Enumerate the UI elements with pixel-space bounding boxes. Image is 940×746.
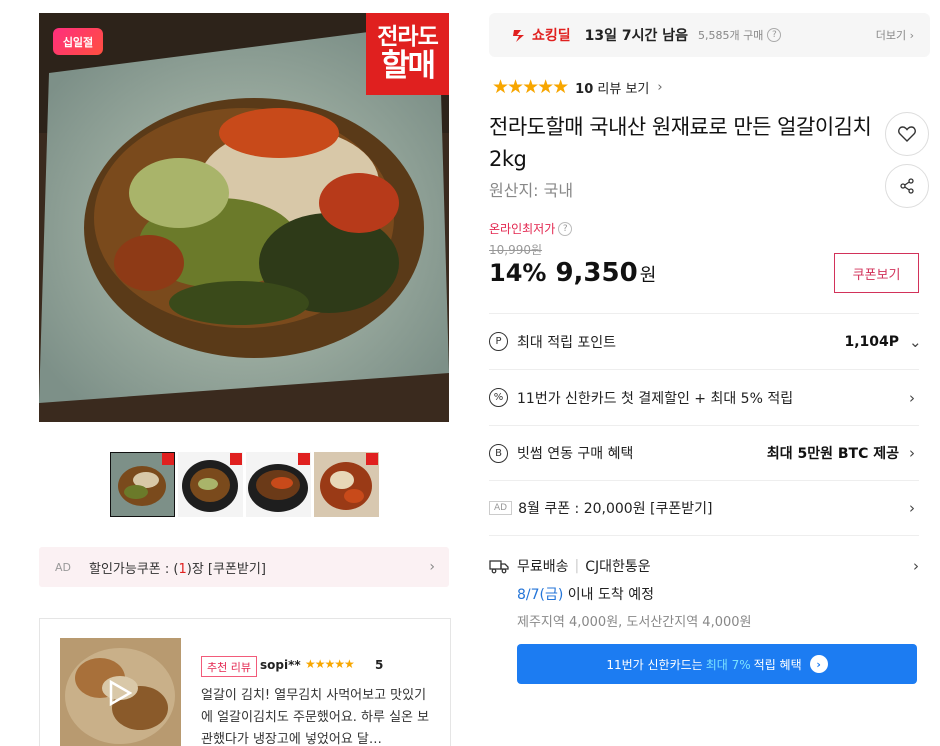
benefit-label: 8월 쿠폰 : 20,000원 [쿠폰받기]: [518, 501, 713, 517]
benefit-row-bithumb[interactable]: B 빗썸 연동 구매 혜택 최대 5만원 BTC 제공 ›: [489, 425, 919, 480]
ad-label: AD: [489, 501, 513, 515]
thumbnail-kimchi-plate[interactable]: [110, 452, 175, 517]
review-score: 5: [375, 658, 384, 672]
review-count: 10: [575, 81, 594, 97]
thumbnail-kimchi-bowl-2[interactable]: [246, 452, 311, 517]
currency-unit: 원: [639, 265, 657, 286]
shocking-deal-icon: [513, 30, 524, 42]
chevron-down-icon: ⌄: [909, 332, 922, 351]
percent-icon: %: [489, 388, 508, 407]
arrival-date: 8/7(금): [517, 587, 564, 603]
benefit-row-points[interactable]: P 최대 적립 포인트 1,104P ⌄: [489, 313, 922, 369]
chevron-right-icon: ›: [913, 557, 919, 575]
chevron-right-icon: ›: [429, 559, 435, 575]
help-icon[interactable]: ?: [767, 28, 782, 42]
deal-time-remaining: 13일 7시간 남음: [584, 28, 689, 44]
shipping-info[interactable]: 무료배송 | CJ대한통운 › 8/7(금) 이내 도착 예정 제주지역 4,0…: [489, 535, 919, 630]
benefit-label: 11번가 신한카드 첫 결제할인 + 최대 5% 적립: [517, 390, 794, 407]
point-icon: P: [489, 332, 508, 351]
product-title: 전라도할매 국내산 원재료로 만든 얼갈이김치 2kg: [489, 115, 872, 171]
review-count-link: 10 리뷰 보기: [575, 78, 649, 97]
rating-stars: ★★★★★: [492, 76, 569, 98]
rating-summary[interactable]: ★★★★★ 10 리뷰 보기 ›: [492, 76, 663, 98]
available-coupon-bar[interactable]: AD 할인가능쿠폰 : (1)장 [쿠폰받기] ›: [39, 547, 449, 587]
recommended-review-tag: 추천 리뷰: [201, 656, 257, 677]
brand-logo: 전라도 할매: [366, 13, 449, 95]
help-icon[interactable]: ?: [558, 221, 573, 236]
review-stars: ★★★★★: [305, 657, 355, 671]
product-origin: 원산지: 국내: [489, 181, 574, 200]
truck-icon: [489, 560, 509, 574]
more-link[interactable]: 더보기 ›: [876, 27, 914, 43]
share-icon: [900, 178, 914, 194]
card-banner-prefix: 11번가 신한카드는: [606, 657, 703, 672]
benefit-row-monthly-coupon[interactable]: AD 8월 쿠폰 : 20,000원 [쿠폰받기] ›: [489, 480, 919, 535]
coupon-bar-prefix: 할인가능쿠폰 : (: [89, 561, 179, 577]
thumbnail-brand-mark: [162, 453, 174, 465]
recommended-review-card[interactable]: 추천 리뷰 sopi** ★★★★★ 5 얼갈이 김치! 열무김치 사먹어보고 …: [39, 618, 451, 746]
shocking-deal-label: 쇼킹딜: [532, 28, 571, 44]
sale-price: 14% 9,350 원: [489, 258, 656, 288]
chevron-right-icon: ›: [909, 499, 915, 517]
chevron-right-icon: ›: [909, 444, 915, 462]
free-shipping-label: 무료배송: [517, 559, 569, 575]
wishlist-button[interactable]: [885, 112, 929, 156]
bitcoin-icon: B: [489, 443, 508, 463]
separator: |: [574, 558, 580, 574]
original-price: 10,990원: [489, 243, 543, 257]
price-value: 9,350: [555, 258, 638, 288]
product-main-image: 십일절 전라도 할매: [39, 13, 449, 422]
shocking-deal-bar: 쇼킹딜 13일 7시간 남음 5,585개 구매 ? 더보기 ›: [489, 13, 930, 57]
benefit-row-card-discount[interactable]: % 11번가 신한카드 첫 결제할인 + 최대 5% 적립 ›: [489, 369, 919, 425]
eleven-day-badge: 십일절: [53, 28, 103, 55]
reviewer-name: sopi**: [260, 658, 301, 672]
review-text: 얼갈이 김치! 열무김치 사먹어보고 맛있기에 얼갈이김치도 주문했어요. 하루…: [201, 688, 430, 746]
view-coupon-button[interactable]: 쿠폰보기: [834, 253, 919, 293]
heart-icon: [898, 126, 916, 142]
thumbnail-brand-mark: [230, 453, 242, 465]
ad-label: AD: [55, 560, 71, 574]
thumbnail-brand-mark: [298, 453, 310, 465]
card-banner-suffix: 적립 혜택: [753, 657, 802, 672]
coupon-bar-text: 할인가능쿠폰 : (1)장 [쿠폰받기]: [89, 558, 429, 577]
review-video-thumbnail[interactable]: [60, 638, 181, 746]
benefit-label: 최대 적립 포인트: [517, 334, 617, 351]
chevron-right-icon: ›: [657, 79, 663, 95]
shinhan-card-benefit-banner[interactable]: 11번가 신한카드는 최대 7% 적립 혜택 ›: [517, 644, 917, 684]
thumbnail-strip: [110, 452, 379, 517]
benefit-value: 1,104P: [844, 333, 899, 350]
brand-logo-line2: 할매: [380, 48, 436, 84]
thumbnail-kimchi-bowl-1[interactable]: [178, 452, 243, 517]
arrival-estimate: 8/7(금) 이내 도착 예정: [517, 584, 919, 604]
thumbnail-kimchi-closeup[interactable]: [314, 452, 379, 517]
play-icon: [109, 680, 132, 706]
shocking-deal-logo: 쇼킹딜: [512, 25, 571, 45]
review-count-suffix: 리뷰 보기: [593, 81, 650, 97]
share-button[interactable]: [885, 164, 929, 208]
lowest-price-label: 온라인최저가 ?: [489, 220, 573, 237]
carrier-name: CJ대한통운: [585, 559, 651, 575]
benefit-value: 최대 5만원 BTC 제공: [766, 446, 899, 462]
extra-shipping-fee: 제주지역 4,000원, 도서산간지역 4,000원: [517, 615, 752, 630]
benefit-label: 빗썸 연동 구매 혜택: [517, 446, 634, 462]
arrival-suffix: 이내 도착 예정: [563, 587, 654, 603]
thumbnail-brand-mark: [366, 453, 378, 465]
card-banner-highlight: 최대 7%: [705, 657, 751, 672]
coupon-bar-suffix: )장 [쿠폰받기]: [186, 561, 266, 577]
chevron-right-icon: ›: [909, 388, 915, 407]
deal-purchase-count: 5,585개 구매: [698, 29, 764, 42]
coupon-count: 1: [178, 561, 187, 577]
lowest-price-text: 온라인최저가: [489, 222, 556, 236]
arrow-right-icon: ›: [809, 655, 828, 673]
brand-logo-line1: 전라도: [377, 24, 438, 50]
discount-rate: 14%: [489, 259, 547, 287]
shipping-method: 무료배송 | CJ대한통운 ›: [489, 556, 919, 576]
